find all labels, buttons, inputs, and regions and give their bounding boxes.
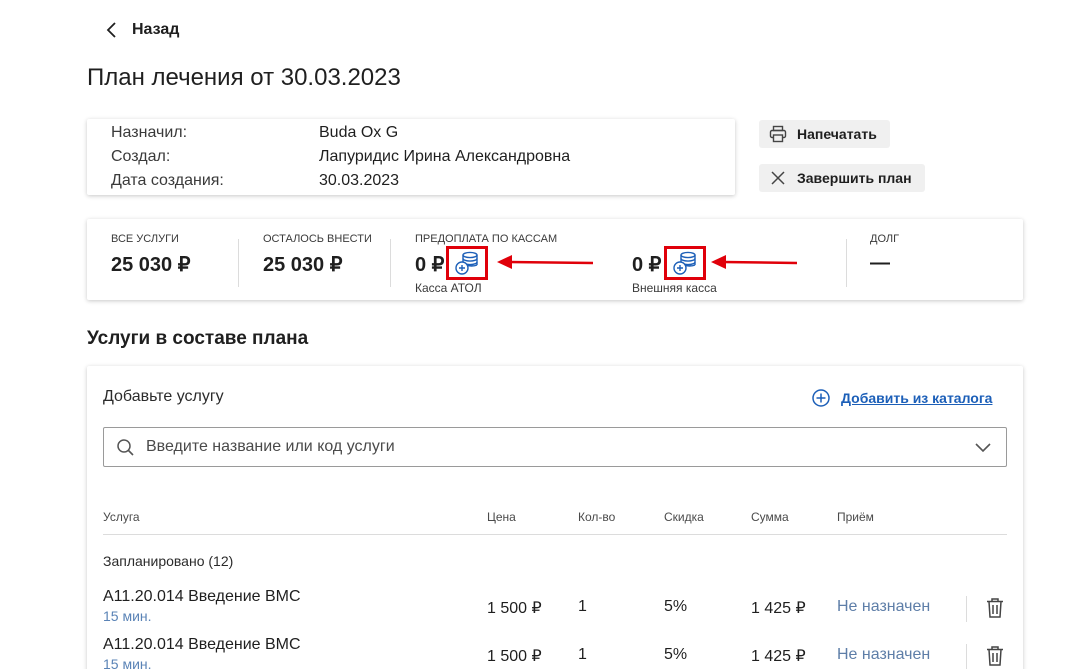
service-price: 1 500 ₽ — [487, 648, 542, 665]
prepayment-caption: ПРЕДОПЛАТА ПО КАССАМ — [415, 233, 558, 245]
page-title: План лечения от 30.03.2023 — [87, 64, 401, 91]
column-header-price: Цена — [487, 510, 516, 524]
printer-icon — [769, 125, 787, 143]
trash-icon[interactable] — [985, 597, 1005, 619]
service-search-input[interactable] — [146, 436, 946, 458]
chevron-left-icon — [106, 22, 116, 38]
payment-summary: ВСЕ УСЛУГИ 25 030 ₽ ОСТАЛОСЬ ВНЕСТИ 25 0… — [87, 219, 1023, 300]
all-services-value: 25 030 ₽ — [111, 254, 191, 276]
print-label: Напечатать — [797, 126, 877, 142]
register-atol-name: Касса АТОЛ — [415, 281, 482, 295]
service-discount: 5% — [664, 646, 688, 663]
column-header-service: Услуга — [103, 510, 140, 524]
info-value: 30.03.2023 — [319, 172, 400, 189]
column-header-qty: Кол-во — [578, 510, 616, 524]
search-icon — [117, 439, 134, 456]
header-divider — [103, 534, 1007, 535]
add-service-label: Добавьте услугу — [103, 388, 224, 405]
table-row: A11.20.014 Введение ВМС 15 мин. 1 500 ₽ … — [87, 588, 1023, 634]
service-qty: 1 — [578, 598, 587, 615]
divider — [238, 239, 239, 287]
debt-caption: ДОЛГ — [870, 233, 900, 245]
register-atol-value: 0 ₽ — [415, 254, 445, 276]
table-row: A11.20.014 Введение ВМС 15 мин. 1 500 ₽ … — [87, 636, 1023, 669]
red-arrow — [497, 255, 594, 269]
service-price: 1 500 ₽ — [487, 600, 542, 617]
print-button[interactable]: Напечатать — [759, 120, 890, 148]
trash-icon[interactable] — [985, 645, 1005, 667]
chevron-down-icon[interactable] — [974, 440, 992, 456]
remaining-caption: ОСТАЛОСЬ ВНЕСТИ — [263, 233, 372, 245]
info-label: Создал: — [111, 148, 171, 165]
group-planned-label: Запланировано (12) — [103, 553, 234, 569]
info-value: Лапуридис Ирина Александровна — [319, 148, 571, 165]
plus-circle-icon — [812, 389, 830, 407]
service-sum: 1 425 ₽ — [751, 600, 806, 617]
service-name: A11.20.014 Введение ВМС — [103, 588, 301, 605]
add-from-catalog-label: Добавить из каталога — [841, 390, 993, 406]
remaining-value: 25 030 ₽ — [263, 254, 343, 276]
add-prepayment-atol-button[interactable] — [446, 246, 488, 280]
back-label: Назад — [132, 21, 180, 38]
service-discount: 5% — [664, 598, 688, 615]
service-appointment[interactable]: Не назначен — [837, 598, 930, 616]
add-prepayment-external-button[interactable] — [664, 246, 706, 280]
service-duration: 15 мин. — [103, 608, 152, 624]
services-card: Добавьте услугу Добавить из каталога Усл… — [87, 366, 1023, 669]
red-arrow — [711, 255, 798, 269]
column-header-appointment: Приём — [837, 510, 874, 524]
service-appointment[interactable]: Не назначен — [837, 646, 930, 664]
service-duration: 15 мин. — [103, 656, 152, 669]
all-services-caption: ВСЕ УСЛУГИ — [111, 233, 179, 245]
service-search-box[interactable] — [103, 427, 1007, 467]
register-external-value: 0 ₽ — [632, 254, 662, 276]
add-from-catalog-link[interactable]: Добавить из каталога — [811, 388, 992, 408]
debt-value: — — [870, 252, 890, 274]
back-link[interactable]: Назад — [104, 20, 179, 40]
service-qty: 1 — [578, 646, 587, 663]
service-name: A11.20.014 Введение ВМС — [103, 636, 301, 653]
coins-add-icon — [455, 251, 478, 275]
info-value: Buda Ox G — [319, 124, 399, 141]
coins-add-icon — [673, 251, 696, 275]
finish-plan-label: Завершить план — [797, 170, 912, 186]
info-label: Назначил: — [111, 124, 188, 141]
register-external-name: Внешняя касса — [632, 281, 717, 295]
column-header-sum: Сумма — [751, 510, 789, 524]
close-icon — [771, 171, 785, 185]
divider — [390, 239, 391, 287]
column-header-discount: Скидка — [664, 510, 704, 524]
divider — [966, 596, 967, 622]
divider — [966, 644, 967, 669]
info-label: Дата создания: — [111, 172, 224, 189]
divider — [846, 239, 847, 287]
section-title: Услуги в составе плана — [87, 328, 309, 349]
finish-plan-button[interactable]: Завершить план — [759, 164, 925, 192]
plan-info-card: Назначил: Buda Ox G Создал: Лапуридис Ир… — [87, 119, 735, 195]
service-sum: 1 425 ₽ — [751, 648, 806, 665]
